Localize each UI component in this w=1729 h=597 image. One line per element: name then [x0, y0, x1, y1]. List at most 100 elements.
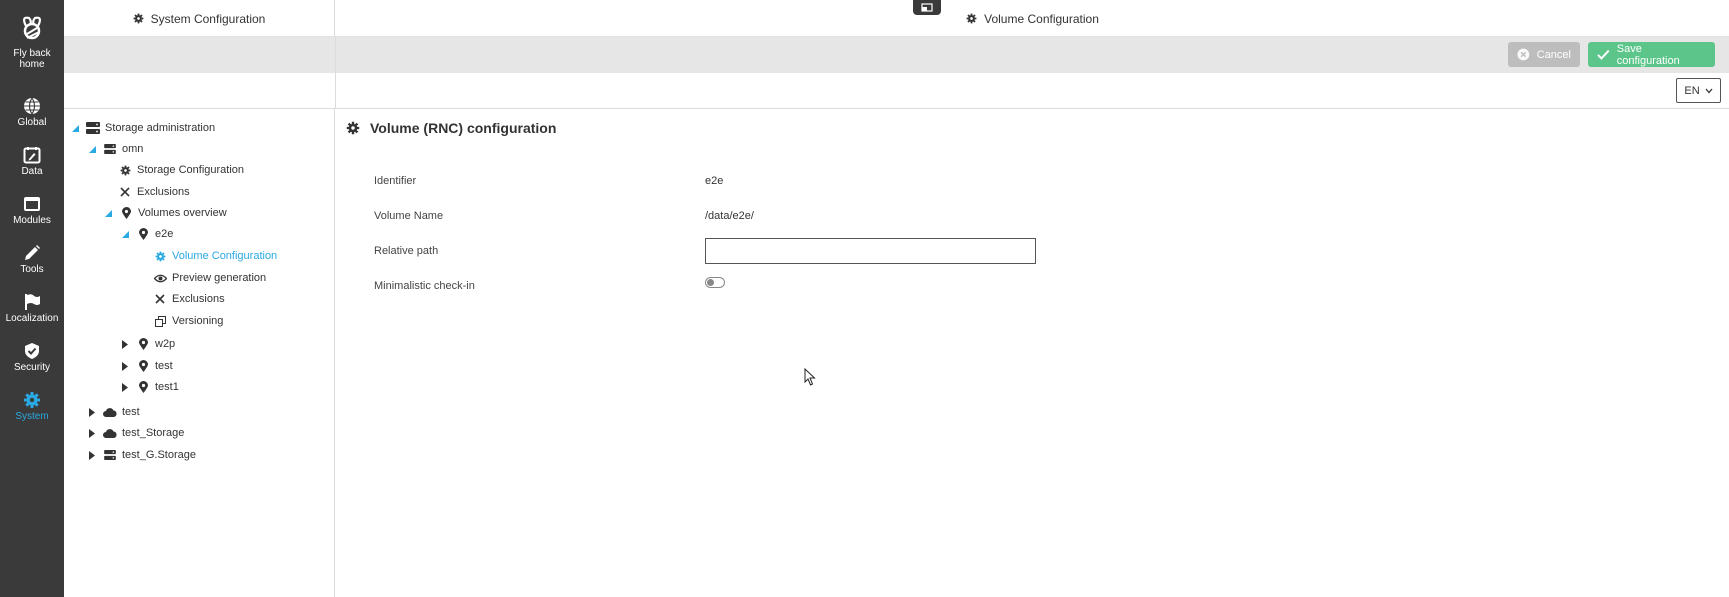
system-configuration-title: System Configuration: [150, 11, 266, 26]
tree-node-omn[interactable]: omn: [87, 140, 143, 158]
tree-label: w2p: [155, 338, 176, 350]
calendar-edit-icon: [23, 147, 41, 164]
save-configuration-button[interactable]: Save configuration: [1588, 42, 1715, 67]
nav-fly-back-label-1: Fly back: [13, 48, 51, 59]
tree-node-versioning[interactable]: Versioning: [153, 312, 223, 330]
server-icon: [103, 450, 117, 460]
tree-node-preview-generation[interactable]: Preview generation: [153, 269, 266, 287]
tree-label: Versioning: [172, 315, 224, 327]
tree-node-test[interactable]: test: [120, 357, 173, 375]
gear-icon: [133, 13, 144, 24]
copy-icon: [153, 315, 167, 327]
volume-config-panel: Volume (RNC) configuration Identifier e2…: [336, 109, 1729, 597]
tree-node-exclusions[interactable]: Exclusions: [118, 183, 190, 201]
tree-label: test_Storage: [122, 427, 185, 439]
panel-divider: [335, 37, 336, 73]
tree-label: Storage administration: [105, 122, 216, 134]
nav-fly-back-home[interactable]: Fly back home: [0, 12, 64, 70]
toggle-knob: [707, 279, 714, 286]
floating-window-button[interactable]: [913, 0, 941, 15]
main-nav-rail: Fly back home Global Data Modules Tools: [0, 0, 64, 597]
collapse-triangle-icon[interactable]: [103, 209, 113, 217]
page-title-text: Volume (RNC) configuration: [370, 120, 557, 136]
tree-node-e2e-exclusions[interactable]: Exclusions: [153, 290, 225, 308]
map-pin-icon: [136, 360, 150, 372]
tree-node-test1[interactable]: test1: [120, 378, 179, 396]
tree-node-test-g-storage[interactable]: test_G.Storage: [87, 446, 196, 464]
nav-global[interactable]: Global: [0, 97, 64, 128]
close-icon: [153, 294, 167, 304]
server-icon: [103, 144, 117, 154]
map-pin-icon: [119, 207, 133, 219]
expand-triangle-icon[interactable]: [120, 339, 130, 349]
map-pin-icon: [136, 228, 150, 240]
volume-configuration-header: Volume Configuration: [336, 0, 1729, 37]
tree-label: test: [155, 360, 173, 372]
window-icon: [24, 197, 40, 211]
nav-localization[interactable]: Localization: [0, 293, 64, 324]
nav-data-label: Data: [21, 166, 43, 177]
language-row: EN: [64, 73, 1729, 109]
volume-name-value: /data/e2e/: [705, 210, 754, 222]
gear-icon: [346, 121, 360, 135]
tree-node-volumes-overview[interactable]: Volumes overview: [103, 204, 227, 222]
expand-triangle-icon[interactable]: [87, 428, 97, 438]
tree-node-storage-configuration[interactable]: Storage Configuration: [118, 161, 244, 179]
collapse-triangle-icon[interactable]: [87, 145, 97, 153]
bee-logo-icon: [22, 16, 42, 40]
window-restore-icon: [921, 3, 933, 12]
nav-modules[interactable]: Modules: [0, 195, 64, 226]
nav-global-label: Global: [17, 117, 47, 128]
tree-label: Storage Configuration: [137, 164, 245, 176]
relative-path-input[interactable]: [705, 238, 1036, 264]
nav-modules-label: Modules: [13, 215, 51, 226]
expand-triangle-icon[interactable]: [87, 407, 97, 417]
cancel-button[interactable]: Cancel: [1508, 42, 1580, 67]
map-pin-icon: [136, 338, 150, 350]
tree-label: Preview generation: [172, 272, 267, 284]
tree-label: Exclusions: [137, 186, 190, 198]
cancel-label: Cancel: [1536, 48, 1571, 61]
expand-triangle-icon[interactable]: [120, 361, 130, 371]
pencil-icon: [25, 245, 40, 260]
gear-icon: [118, 165, 132, 176]
identifier-value: e2e: [705, 175, 724, 187]
tree-label: test_G.Storage: [122, 449, 196, 461]
language-value: EN: [1684, 84, 1700, 97]
expand-triangle-icon[interactable]: [87, 450, 97, 460]
gear-icon: [966, 13, 977, 24]
server-icon: [86, 122, 100, 134]
collapse-triangle-icon[interactable]: [120, 230, 130, 238]
tree-node-volume-configuration[interactable]: Volume Configuration: [153, 247, 277, 265]
tree-label: Volumes overview: [138, 207, 227, 219]
tree-node-test-storage[interactable]: test_Storage: [87, 424, 184, 442]
storage-tree: Storage administration omn Storage Confi…: [64, 109, 335, 597]
tree-node-root-test[interactable]: test: [87, 403, 140, 421]
identifier-label: Identifier: [374, 175, 417, 187]
flag-icon: [25, 294, 40, 310]
minimalistic-checkin-toggle[interactable]: [705, 277, 725, 288]
language-select[interactable]: EN: [1676, 78, 1721, 103]
tree-node-e2e[interactable]: e2e: [120, 225, 173, 243]
save-configuration-label: Save configuration: [1616, 42, 1680, 67]
tree-label: Exclusions: [172, 293, 225, 305]
panel-divider: [335, 73, 336, 109]
nav-data[interactable]: Data: [0, 146, 64, 177]
nav-system-label: System: [15, 411, 49, 422]
nav-tools[interactable]: Tools: [0, 244, 64, 275]
expand-triangle-icon[interactable]: [120, 382, 130, 392]
collapse-triangle-icon[interactable]: [70, 124, 80, 132]
nav-fly-back-label-2: home: [19, 59, 45, 70]
map-pin-icon: [136, 381, 150, 393]
top-header: System Configuration Volume Configuratio…: [64, 0, 1729, 37]
minimalistic-checkin-label: Minimalistic check-in: [374, 280, 475, 292]
mouse-cursor-icon: [804, 368, 816, 386]
nav-system[interactable]: System: [0, 391, 64, 422]
relative-path-label: Relative path: [374, 245, 439, 257]
tree-label: test1: [155, 381, 179, 393]
page-title: Volume (RNC) configuration: [346, 120, 556, 136]
nav-security[interactable]: Security: [0, 342, 64, 373]
tree-node-storage-administration[interactable]: Storage administration: [70, 119, 215, 137]
tree-node-w2p[interactable]: w2p: [120, 335, 175, 353]
shield-check-icon: [25, 343, 39, 359]
